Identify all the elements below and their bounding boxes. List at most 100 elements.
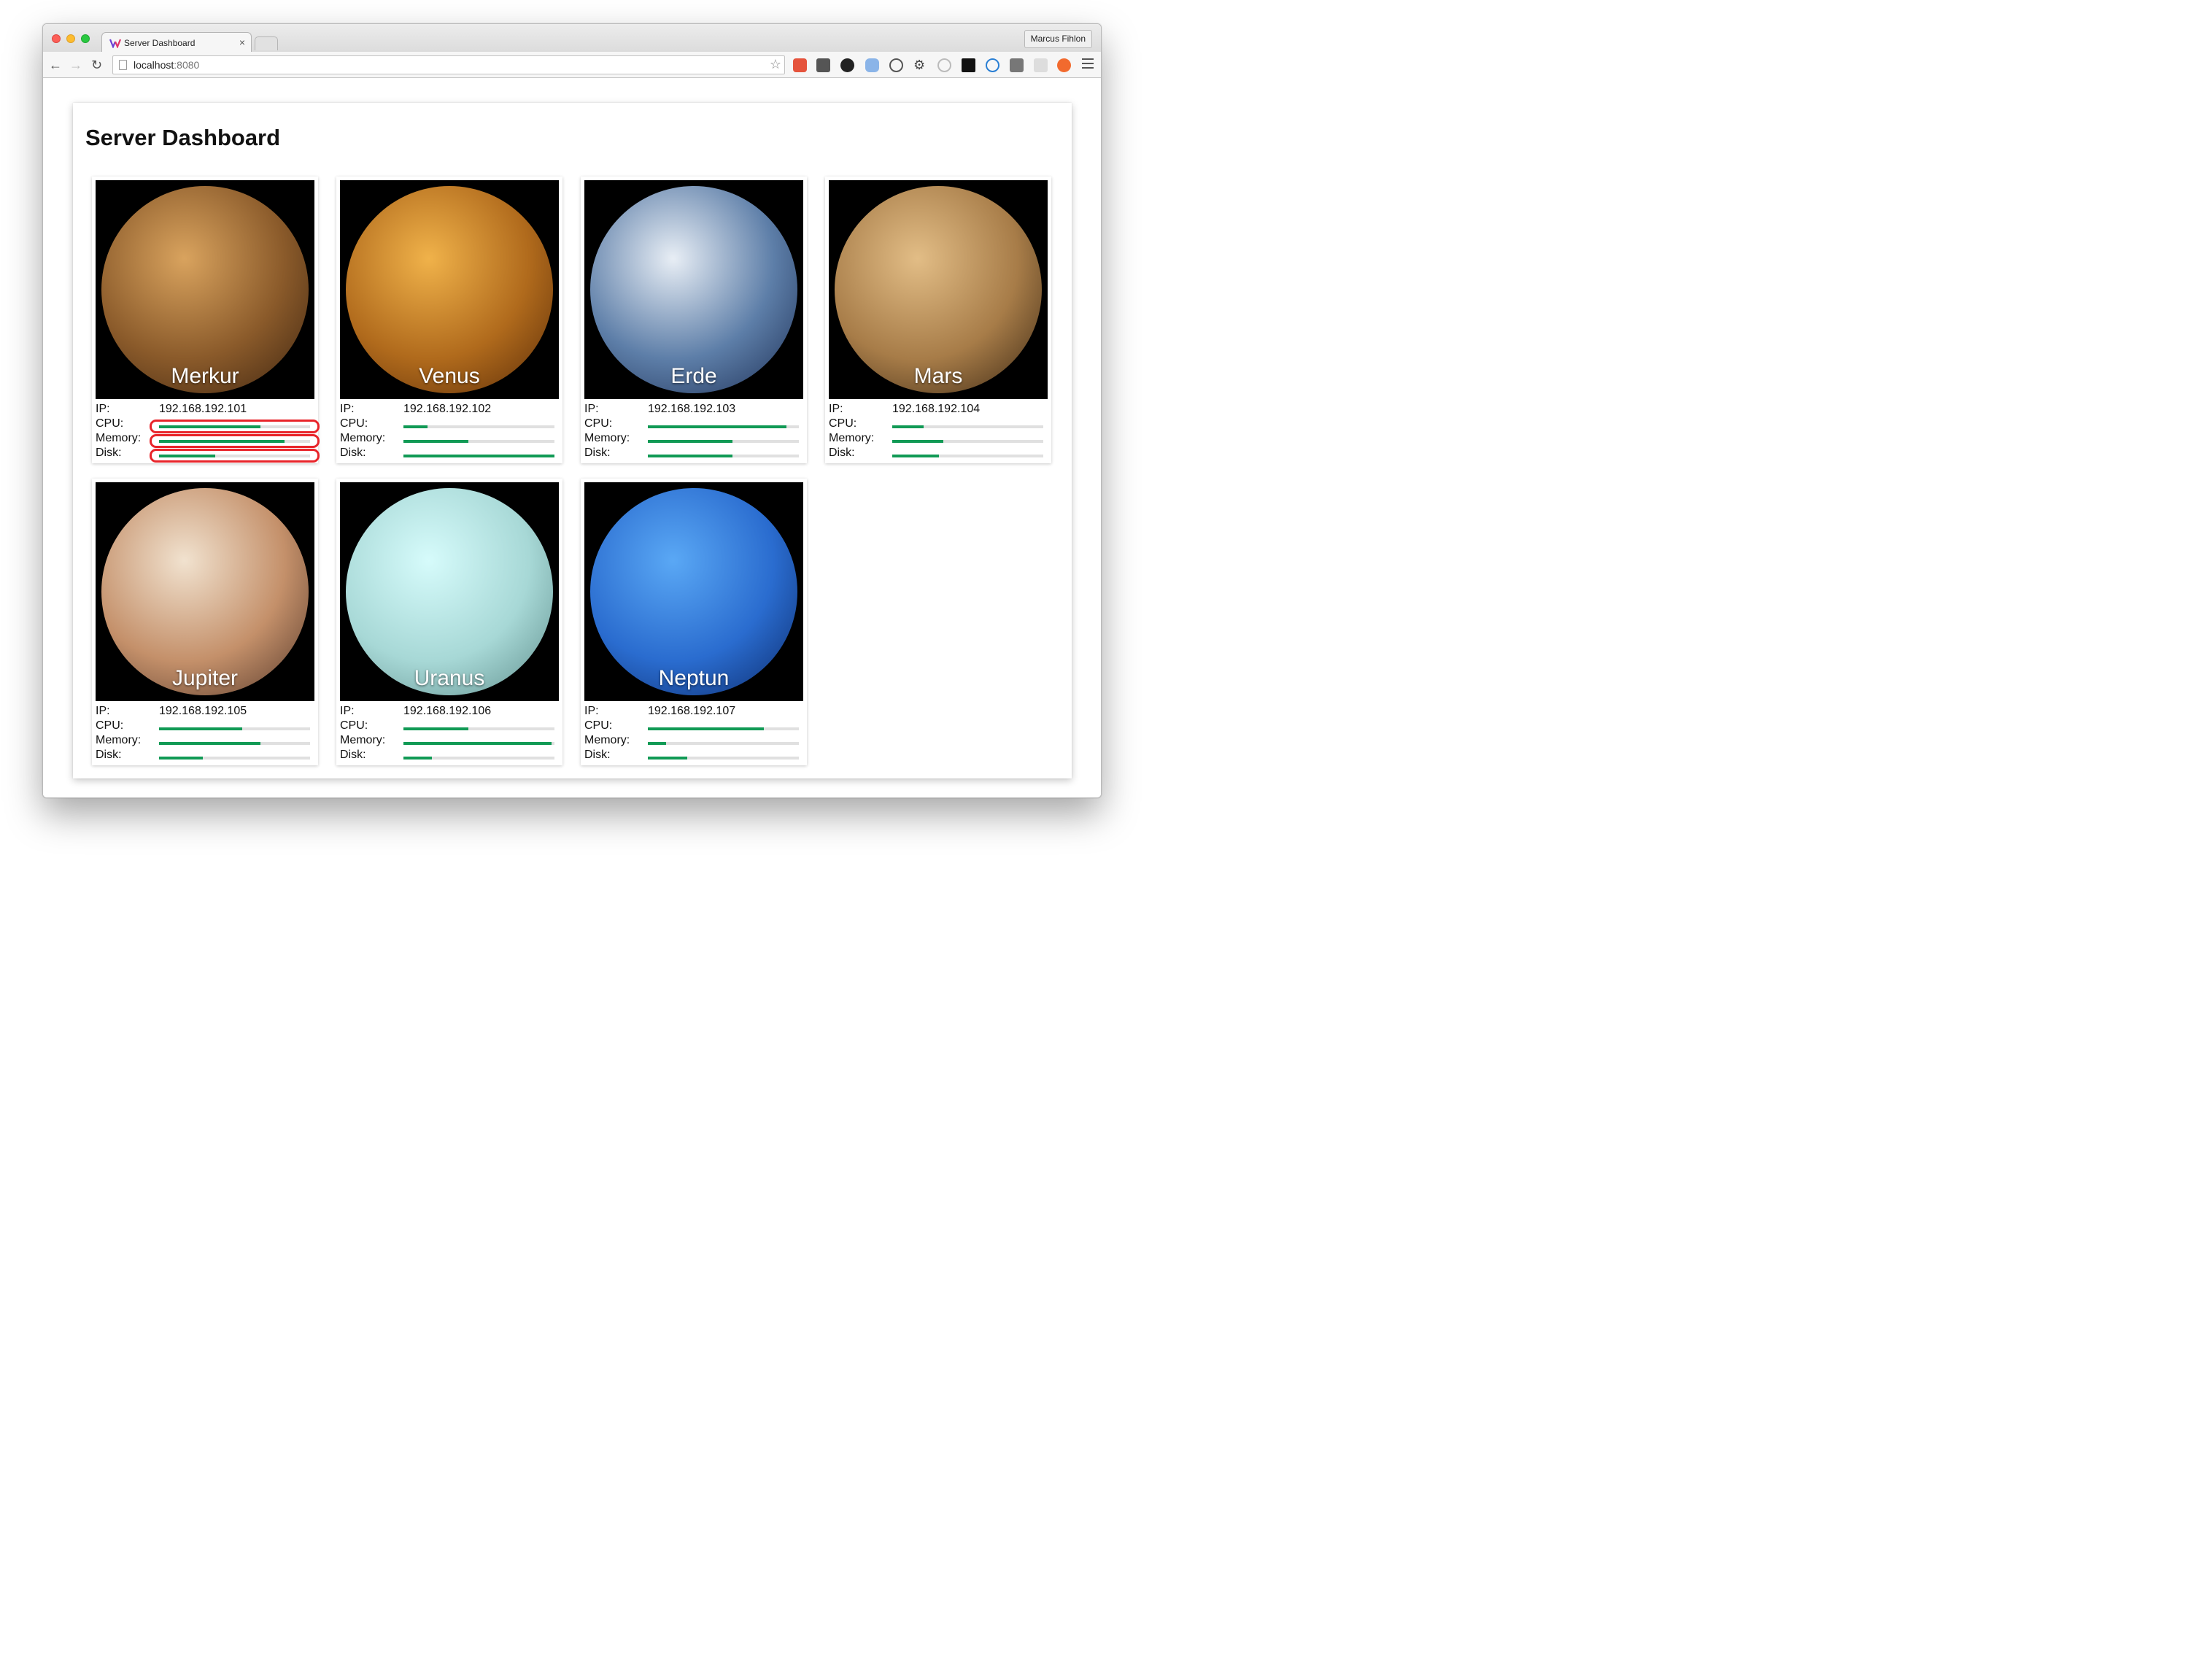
server-card[interactable]: Venus IP: 192.168.192.102 CPU: Memory: Disk: bbox=[336, 177, 562, 463]
tab-close-icon[interactable]: × bbox=[239, 36, 245, 48]
close-window-button[interactable] bbox=[52, 34, 61, 43]
server-stats: IP: 192.168.192.106 CPU: Memory: Disk: bbox=[340, 705, 559, 763]
extension-icon-12[interactable] bbox=[1057, 58, 1071, 72]
profile-button[interactable]: Marcus Fihlon bbox=[1024, 30, 1092, 48]
memory-usage-fill bbox=[892, 440, 944, 443]
extension-icon-10[interactable] bbox=[1010, 58, 1024, 72]
planet-image: Mars bbox=[829, 180, 1048, 399]
address-bar[interactable]: localhost:8080 ☆ bbox=[112, 55, 785, 74]
memory-label: Memory: bbox=[584, 734, 630, 746]
disk-usage-bar bbox=[892, 455, 1043, 457]
disk-label: Disk: bbox=[96, 749, 122, 761]
tab-title: Server Dashboard bbox=[124, 38, 196, 48]
ip-label: IP: bbox=[829, 403, 843, 415]
cpu-usage-bar bbox=[648, 425, 799, 428]
memory-usage-bar bbox=[403, 742, 554, 745]
tab-server-dashboard[interactable]: Server Dashboard × bbox=[101, 32, 252, 53]
cpu-label: CPU: bbox=[584, 417, 613, 430]
cpu-label: CPU: bbox=[829, 417, 857, 430]
memory-usage-bar bbox=[648, 742, 799, 745]
ip-label: IP: bbox=[96, 403, 110, 415]
extension-icon-11[interactable] bbox=[1034, 58, 1048, 72]
planet-image: Uranus bbox=[340, 482, 559, 701]
planet-disk bbox=[346, 488, 553, 695]
reload-icon[interactable]: ↻ bbox=[91, 56, 102, 74]
ip-label: IP: bbox=[96, 705, 110, 717]
disk-usage-bar bbox=[159, 757, 310, 760]
cpu-usage-fill bbox=[403, 727, 468, 730]
server-name: Merkur bbox=[171, 364, 239, 388]
menu-hamburger-icon[interactable] bbox=[1082, 58, 1094, 70]
zoom-window-button[interactable] bbox=[81, 34, 90, 43]
onepassword-icon[interactable] bbox=[889, 58, 903, 72]
cpu-label: CPU: bbox=[584, 719, 613, 732]
server-stats: IP: 192.168.192.102 CPU: Memory: Disk: bbox=[340, 403, 559, 461]
planet-disk bbox=[590, 488, 797, 695]
disk-usage-bar bbox=[648, 455, 799, 457]
page-viewport: Server Dashboard Merkur IP: 192.168.192.10… bbox=[43, 79, 1101, 797]
memory-label: Memory: bbox=[96, 432, 142, 444]
server-stats: IP: 192.168.192.101 CPU: Memory: Disk: bbox=[96, 403, 320, 463]
server-name: Venus bbox=[419, 364, 480, 388]
page-icon bbox=[119, 60, 127, 70]
extension-icon-3[interactable] bbox=[840, 58, 854, 72]
server-card[interactable]: Uranus IP: 192.168.192.106 CPU: Memory: Disk: bbox=[336, 479, 562, 765]
gear-icon[interactable]: ⚙ bbox=[913, 58, 927, 72]
ip-value: 192.168.192.103 bbox=[648, 403, 736, 415]
new-tab-button[interactable] bbox=[255, 36, 278, 50]
ghostery-icon[interactable] bbox=[865, 58, 879, 72]
cpu-label: CPU: bbox=[340, 719, 368, 732]
ip-value: 192.168.192.104 bbox=[892, 403, 981, 415]
ip-value: 192.168.192.101 bbox=[159, 403, 247, 415]
server-card[interactable]: Merkur IP: 192.168.192.101 CPU: Memory: Disk: bbox=[92, 177, 320, 463]
memory-usage-bar bbox=[648, 440, 799, 443]
minimize-window-button[interactable] bbox=[66, 34, 75, 43]
server-card[interactable]: Mars IP: 192.168.192.104 CPU: Memory: Disk: bbox=[825, 177, 1051, 463]
back-arrow-icon[interactable]: ← bbox=[49, 56, 62, 74]
jetbrains-icon[interactable] bbox=[962, 58, 975, 72]
search-extension-icon[interactable] bbox=[937, 58, 951, 72]
disk-label: Disk: bbox=[96, 447, 122, 459]
disk-label: Disk: bbox=[829, 447, 855, 459]
vaadin-logo-icon bbox=[109, 39, 121, 48]
cpu-usage-fill bbox=[159, 727, 242, 730]
browser-toolbar: ← → ↻ localhost:8080 ☆ ⚙ bbox=[43, 52, 1101, 78]
disk-usage-fill bbox=[648, 757, 687, 760]
planet-image: Neptun bbox=[584, 482, 803, 701]
memory-usage-fill bbox=[648, 742, 666, 745]
memory-usage-fill bbox=[159, 742, 260, 745]
cpu-usage-bar bbox=[892, 425, 1043, 428]
disk-label: Disk: bbox=[584, 447, 611, 459]
server-stats: IP: 192.168.192.105 CPU: Memory: Disk: bbox=[96, 705, 314, 763]
server-card[interactable]: Erde IP: 192.168.192.103 CPU: Memory: Disk: bbox=[581, 177, 807, 463]
memory-label: Memory: bbox=[96, 734, 142, 746]
planet-disk bbox=[101, 186, 309, 393]
url-port: :8080 bbox=[174, 59, 200, 71]
memory-usage-bar bbox=[892, 440, 1043, 443]
extension-icon-1[interactable] bbox=[793, 58, 807, 72]
disk-usage-fill bbox=[892, 455, 940, 457]
server-name: Jupiter bbox=[171, 666, 239, 690]
memory-usage-fill bbox=[403, 440, 468, 443]
server-card[interactable]: Neptun IP: 192.168.192.107 CPU: Memory: Disk: bbox=[581, 479, 807, 765]
server-stats: IP: 192.168.192.107 CPU: Memory: Disk: bbox=[584, 705, 803, 763]
pocket-icon[interactable] bbox=[816, 58, 830, 72]
planet-disk bbox=[346, 186, 553, 393]
cpu-usage-bar bbox=[648, 727, 799, 730]
cpu-label: CPU: bbox=[96, 719, 124, 732]
server-card[interactable]: Jupiter IP: 192.168.192.105 CPU: Memory: Disk… bbox=[92, 479, 318, 765]
extension-icon-9[interactable] bbox=[986, 58, 999, 72]
memory-label: Memory: bbox=[584, 432, 630, 444]
bookmark-star-icon[interactable]: ☆ bbox=[770, 57, 781, 72]
cpu-usage-bar bbox=[403, 727, 554, 730]
planet-disk bbox=[835, 186, 1042, 393]
title-bar: Server Dashboard × Marcus Fihlon bbox=[43, 24, 1101, 53]
memory-usage-bar bbox=[403, 440, 554, 443]
forward-arrow-icon[interactable]: → bbox=[69, 56, 82, 74]
disk-usage-fill bbox=[648, 455, 732, 457]
cpu-label: CPU: bbox=[96, 417, 124, 430]
memory-usage-fill bbox=[403, 742, 552, 745]
ip-label: IP: bbox=[340, 403, 355, 415]
memory-label: Memory: bbox=[829, 432, 875, 444]
planet-disk bbox=[101, 488, 309, 695]
